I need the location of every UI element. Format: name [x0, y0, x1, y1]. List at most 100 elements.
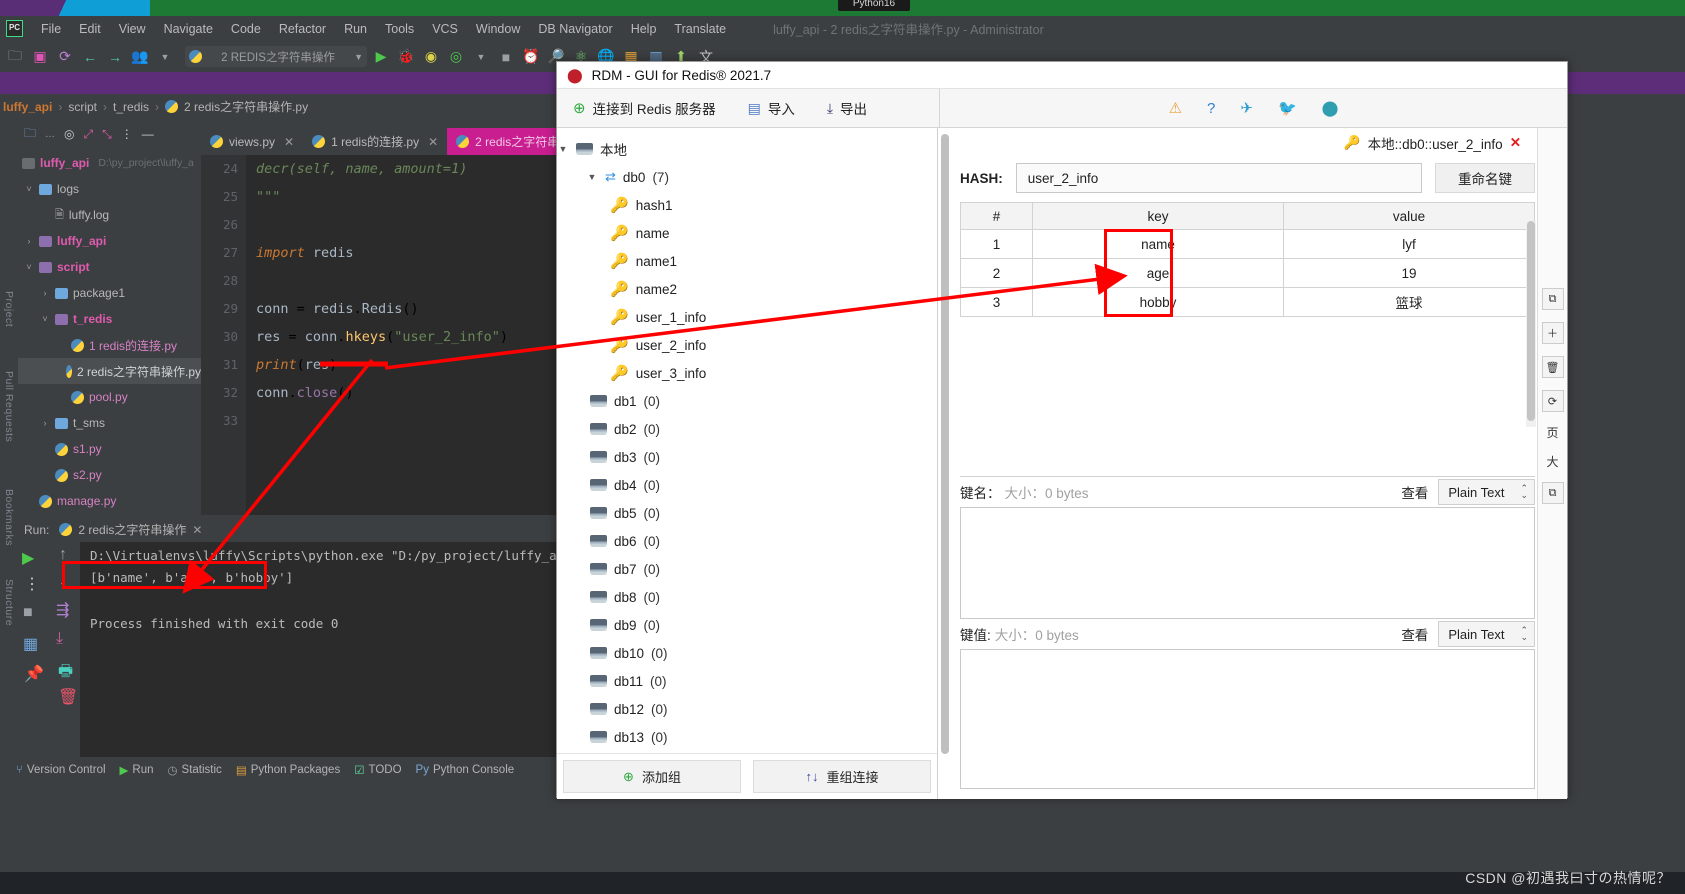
- telegram-icon[interactable]: ✈: [1240, 99, 1253, 117]
- cell-value[interactable]: 19: [1283, 258, 1535, 288]
- stop-button[interactable]: ■: [495, 46, 517, 68]
- expand-arrow-icon[interactable]: ›: [40, 418, 50, 428]
- column-header-value[interactable]: value: [1283, 202, 1535, 230]
- menu-item-window[interactable]: Window: [467, 22, 529, 36]
- delete-row-button[interactable]: 🗑: [1541, 356, 1564, 378]
- tree-row[interactable]: pool.py: [18, 384, 201, 410]
- sync-icon[interactable]: ⟳: [54, 46, 76, 68]
- tree-row[interactable]: manage.py: [18, 488, 201, 514]
- add-group-button[interactable]: ⊕ 添加组: [563, 760, 741, 793]
- more-options-icon[interactable]: ⋮: [24, 574, 40, 594]
- users-icon[interactable]: 👥: [129, 46, 151, 68]
- tree-row[interactable]: ˅ logs: [18, 176, 201, 202]
- chevron-down-icon[interactable]: ▼: [154, 46, 176, 68]
- key-name-textarea[interactable]: [960, 507, 1535, 619]
- copy-value-button[interactable]: ⧉: [1541, 482, 1564, 504]
- bottom-item-version-control[interactable]: ⑂ Version Control: [16, 764, 106, 776]
- profile-button[interactable]: ◎: [445, 46, 467, 68]
- collapse-icon[interactable]: ⤡: [102, 127, 112, 142]
- spinner-icon[interactable]: ⌃ ⌄: [1520, 484, 1528, 500]
- project-files-icon[interactable]: 🗀: [24, 124, 36, 145]
- copy-key-button[interactable]: ⧉: [1541, 288, 1564, 310]
- editor-tab-redis-connect[interactable]: 1 redis的连接.py ✕: [303, 128, 447, 155]
- redis-tree-key[interactable]: 🔑 name2: [557, 275, 937, 303]
- bottom-item-python-packages[interactable]: ▤ Python Packages: [236, 763, 340, 777]
- redis-tree-db[interactable]: db13 (0): [557, 723, 937, 751]
- redis-tree-db[interactable]: db2 (0): [557, 415, 937, 443]
- stop-icon[interactable]: ■: [23, 604, 33, 622]
- redis-tree-db0[interactable]: ▼ ⇄ db0 (7): [557, 163, 937, 191]
- debug-button[interactable]: 🐞: [395, 46, 417, 68]
- import-button[interactable]: ▤ 导入: [732, 89, 811, 127]
- bottom-item-run[interactable]: ▶ Run: [120, 763, 154, 777]
- forward-arrow-icon[interactable]: →: [104, 46, 126, 68]
- breadcrumb-item-project[interactable]: luffy_api: [3, 100, 52, 114]
- rename-key-button[interactable]: 重命名键: [1435, 163, 1535, 193]
- chevron-down-icon[interactable]: ▼: [470, 46, 492, 68]
- spinner-icon[interactable]: ⌃ ⌄: [1520, 626, 1528, 642]
- tree-row[interactable]: ˅ script: [18, 254, 201, 280]
- redis-tree-key[interactable]: 🔑 name1: [557, 247, 937, 275]
- scroll-down-icon[interactable]: ↓: [59, 572, 67, 590]
- tree-row-project-root[interactable]: luffy_api D:\py_project\luffy_a: [18, 150, 201, 176]
- menu-item-help[interactable]: Help: [622, 22, 666, 36]
- cell-key[interactable]: age: [1032, 258, 1284, 288]
- tree-row[interactable]: 1 redis的连接.py: [18, 332, 201, 358]
- redis-tree-key[interactable]: 🔑 user_2_info: [557, 331, 937, 359]
- rerun-icon[interactable]: ▶: [22, 548, 34, 568]
- table-row[interactable]: 3 hobby 篮球: [960, 287, 1535, 317]
- close-icon[interactable]: ✕: [428, 135, 438, 149]
- run-button[interactable]: ▶: [370, 46, 392, 68]
- expand-icon[interactable]: ⤢: [84, 127, 94, 142]
- close-icon[interactable]: ✕: [284, 135, 294, 149]
- redis-tree-key[interactable]: 🔑 name: [557, 219, 937, 247]
- open-key-tab[interactable]: 🔑 本地::db0::user_2_info ✕: [960, 128, 1535, 158]
- menu-item-db-navigator[interactable]: DB Navigator: [529, 22, 621, 36]
- tree-row[interactable]: › luffy_api: [18, 228, 201, 254]
- bottom-item-statistic[interactable]: ◷ Statistic: [168, 763, 222, 777]
- cell-key[interactable]: hobby: [1032, 287, 1284, 317]
- scrollbar-thumb[interactable]: [1527, 221, 1535, 421]
- print-icon[interactable]: 🖶: [58, 660, 73, 687]
- expand-arrow-icon[interactable]: ˅: [40, 314, 50, 324]
- tree-row[interactable]: 2 redis之字符串操作.py: [18, 358, 201, 384]
- menu-item-navigate[interactable]: Navigate: [155, 22, 222, 36]
- breadcrumb-item-file[interactable]: 2 redis之字符串操作.py: [184, 98, 308, 115]
- tree-row[interactable]: › t_sms: [18, 410, 201, 436]
- ellipsis-icon[interactable]: …: [45, 129, 55, 140]
- editor-tab-views[interactable]: views.py ✕: [201, 128, 303, 155]
- expand-arrow-icon[interactable]: ˅: [24, 262, 34, 272]
- soft-wrap-icon[interactable]: ⇶: [56, 600, 69, 620]
- menu-item-refactor[interactable]: Refactor: [270, 22, 335, 36]
- back-arrow-icon[interactable]: ←: [79, 46, 101, 68]
- run-tab[interactable]: 2 redis之字符串操作 ✕: [59, 521, 202, 538]
- menu-item-file[interactable]: File: [32, 22, 70, 36]
- pin-icon[interactable]: 📌: [24, 664, 44, 684]
- menu-item-view[interactable]: View: [110, 22, 155, 36]
- table-row[interactable]: 1 name lyf: [960, 229, 1535, 259]
- breadcrumb-item-t-redis[interactable]: t_redis: [113, 100, 149, 114]
- bottom-item-python-console[interactable]: Py Python Console: [416, 764, 515, 776]
- tree-row[interactable]: s2.py: [18, 462, 201, 488]
- bottom-item-todo[interactable]: ☑ TODO: [354, 763, 401, 777]
- value-format-selector[interactable]: Plain Text ⌃ ⌄: [1438, 621, 1535, 647]
- redis-tree-db[interactable]: db11 (0): [557, 667, 937, 695]
- menu-item-translate[interactable]: Translate: [665, 22, 735, 36]
- expand-arrow-icon[interactable]: ▼: [586, 172, 598, 182]
- redis-tree-key[interactable]: 🔑 hash1: [557, 191, 937, 219]
- menu-item-edit[interactable]: Edit: [70, 22, 110, 36]
- redis-tree-db[interactable]: db5 (0): [557, 499, 937, 527]
- menu-item-code[interactable]: Code: [222, 22, 270, 36]
- cell-key[interactable]: name: [1032, 229, 1284, 259]
- expand-arrow-icon[interactable]: ›: [40, 288, 50, 298]
- tree-row[interactable]: s1.py: [18, 436, 201, 462]
- hash-key-input[interactable]: user_2_info: [1015, 163, 1422, 193]
- rail-label-pull-requests[interactable]: Pull Requests: [3, 371, 15, 442]
- menu-item-vcs[interactable]: VCS: [423, 22, 467, 36]
- expand-arrow-icon[interactable]: ˅: [24, 184, 34, 194]
- more-options-icon[interactable]: ⋮: [121, 127, 133, 141]
- warning-icon[interactable]: ⚠: [1169, 99, 1182, 117]
- scrollbar-thumb[interactable]: [941, 134, 949, 754]
- export-button[interactable]: ⤓ 导出: [811, 89, 883, 127]
- hash-table-scrollbar[interactable]: [1526, 221, 1536, 427]
